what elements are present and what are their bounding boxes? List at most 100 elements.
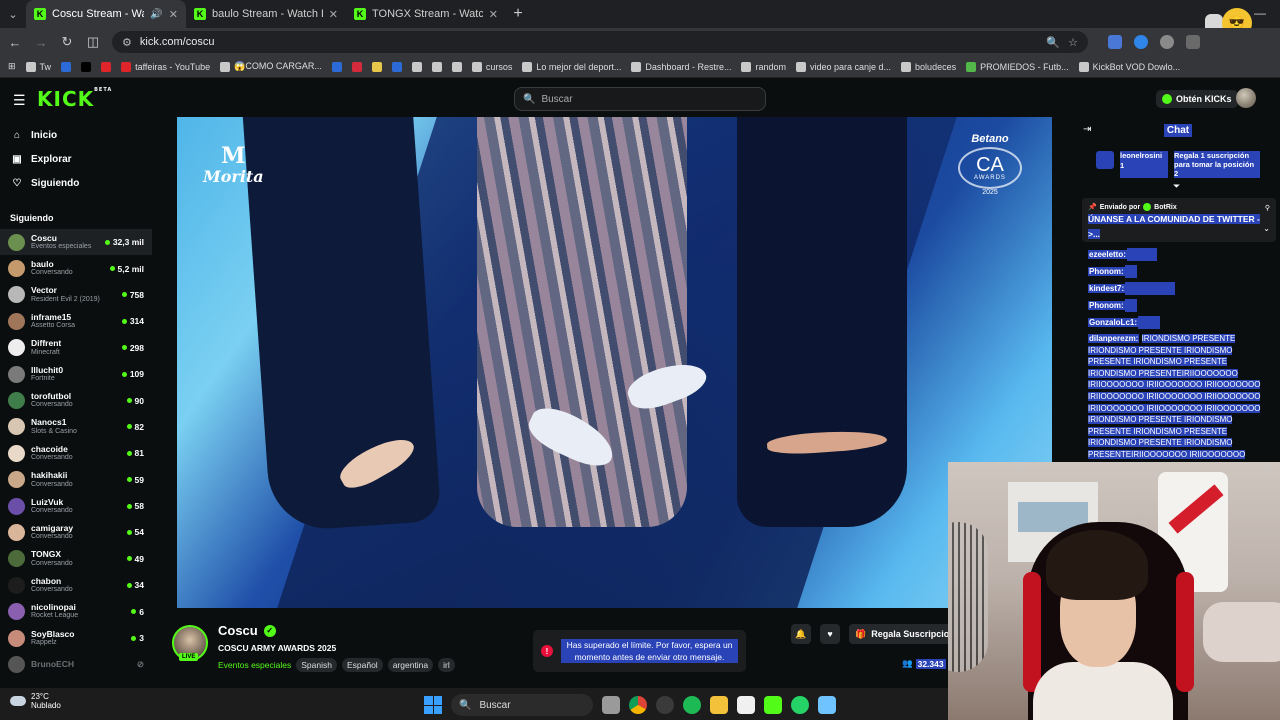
windows-start-icon[interactable] bbox=[424, 696, 442, 714]
following-channel-item[interactable]: Vector Resident Evil 2 (2019) 758 bbox=[0, 282, 152, 308]
forward-icon[interactable]: → bbox=[34, 35, 48, 50]
kick-app-icon[interactable] bbox=[764, 696, 782, 714]
following-channel-item[interactable]: chabon Conversando 34 bbox=[0, 572, 152, 598]
bookmark-item[interactable]: 😱COMO CARGAR... bbox=[220, 61, 322, 72]
unpin-icon[interactable]: ⚲ bbox=[1265, 204, 1270, 212]
following-channel-item[interactable]: Nanocs1 Slots & Casino 82 bbox=[0, 414, 152, 440]
sidebar-nav-explorar[interactable]: ▣ Explorar bbox=[0, 147, 152, 171]
close-tab-icon[interactable]: ✕ bbox=[329, 8, 338, 21]
stream-tag[interactable]: Español bbox=[341, 658, 383, 672]
user-avatar[interactable] bbox=[1236, 88, 1256, 108]
channel-name[interactable]: Coscu bbox=[218, 623, 258, 638]
extensions-puzzle-icon[interactable] bbox=[1186, 35, 1200, 49]
bookmark-item[interactable]: PROMIEDOS - Futb... bbox=[966, 61, 1069, 72]
extension-gray-icon[interactable] bbox=[1160, 35, 1174, 49]
sidepanel-icon[interactable]: ◫ bbox=[86, 34, 100, 50]
bookmark-item[interactable]: video para canje d... bbox=[795, 61, 891, 72]
following-channel-item[interactable]: chacoide Conversando 81 bbox=[0, 440, 152, 466]
stream-tag[interactable]: irl bbox=[438, 658, 455, 672]
zoom-icon[interactable]: 🔍 bbox=[1046, 36, 1060, 49]
close-tab-icon[interactable]: ✕ bbox=[489, 8, 498, 21]
minimize-icon[interactable]: — bbox=[1254, 6, 1266, 20]
follow-heart-button[interactable]: ♥ bbox=[820, 624, 840, 644]
extension-translate-icon[interactable] bbox=[1108, 35, 1122, 49]
kick-logo[interactable]: KICKBETA bbox=[37, 87, 112, 111]
following-channel-item[interactable]: BrunoECH ⊘ bbox=[0, 651, 152, 677]
collapse-chat-icon[interactable]: ⇥ bbox=[1083, 124, 1091, 135]
task-view-icon[interactable] bbox=[602, 696, 620, 714]
gift-sub-button[interactable]: 🎁 Regala Suscripcio bbox=[849, 624, 950, 644]
steam-icon[interactable] bbox=[656, 696, 674, 714]
browser-tab-baulo[interactable]: K baulo Stream - Watch Live on K ✕ bbox=[186, 0, 346, 28]
bookmark-item[interactable] bbox=[81, 61, 92, 72]
chrome-icon[interactable] bbox=[629, 696, 647, 714]
speaker-icon[interactable]: 🔊 bbox=[150, 9, 162, 20]
weather-widget[interactable]: 23°C Nublado bbox=[10, 692, 61, 710]
chat-message[interactable]: dilanperezm: IRIONDISMO PRESENTE IRIONDI… bbox=[1088, 333, 1268, 461]
chat-username[interactable]: Phonom: bbox=[1088, 300, 1125, 310]
bookmark-item[interactable] bbox=[451, 61, 462, 72]
tab-search-button[interactable]: ⌄ bbox=[0, 0, 26, 28]
apps-grid-icon[interactable]: ⊞ bbox=[8, 61, 16, 72]
chat-message[interactable]: Phonom: bbox=[1088, 265, 1268, 278]
back-icon[interactable]: ← bbox=[8, 35, 22, 50]
pinned-message[interactable]: 📌 Enviado por BotRix ÚNANSE A LA COMUNID… bbox=[1082, 198, 1276, 242]
filter-icon[interactable]: ⏷ bbox=[1173, 181, 1180, 192]
bookmark-item[interactable]: Dashboard - Restre... bbox=[631, 61, 731, 72]
notepad-icon[interactable] bbox=[818, 696, 836, 714]
sidebar-nav-siguiendo[interactable]: ♡ Siguiendo bbox=[0, 171, 152, 195]
bookmark-item[interactable]: boludeces bbox=[901, 61, 956, 72]
sidebar-nav-inicio[interactable]: ⌂ Inicio bbox=[0, 123, 152, 147]
new-tab-button[interactable]: + bbox=[506, 5, 530, 23]
bookmark-item[interactable]: Lo mejor del deport... bbox=[522, 61, 621, 72]
site-info-icon[interactable]: ⚙ bbox=[122, 36, 132, 49]
following-channel-item[interactable]: TONGX Conversando 49 bbox=[0, 546, 152, 572]
bookmark-item[interactable] bbox=[431, 61, 442, 72]
bookmark-item[interactable]: cursos bbox=[471, 61, 512, 72]
following-channel-item[interactable]: LuizVuk Conversando 58 bbox=[0, 493, 152, 519]
chat-message[interactable]: ezeeletto: bbox=[1088, 248, 1268, 261]
taskbar-search[interactable]: 🔍 Buscar bbox=[451, 694, 593, 716]
menu-icon[interactable]: ☰ bbox=[13, 92, 26, 109]
following-channel-item[interactable]: baulo Conversando 5,2 mil bbox=[0, 255, 152, 281]
following-channel-item[interactable]: camigaray Conversando 54 bbox=[0, 519, 152, 545]
video-player[interactable]: M Morita Betano CA AWARDS 2025 bbox=[177, 117, 1052, 608]
following-channel-item[interactable]: inframe15 Assetto Corsa 314 bbox=[0, 308, 152, 334]
notifications-button[interactable]: 🔔 bbox=[791, 624, 811, 644]
following-channel-item[interactable]: SoyBlasco Rappelz 3 bbox=[0, 625, 152, 651]
following-channel-item[interactable]: Illuchit0 Fortnite 109 bbox=[0, 361, 152, 387]
bookmark-item[interactable]: Tw bbox=[25, 61, 51, 72]
bookmark-item[interactable] bbox=[101, 61, 112, 72]
bookmark-item[interactable] bbox=[351, 61, 362, 72]
following-channel-item[interactable]: torofutbol Conversando 90 bbox=[0, 387, 152, 413]
chat-username[interactable]: Phonom: bbox=[1088, 266, 1125, 276]
chat-message[interactable]: GonzaloLc1: bbox=[1088, 316, 1268, 329]
stream-tag[interactable]: Spanish bbox=[296, 658, 337, 672]
category-link[interactable]: Eventos especiales bbox=[218, 660, 291, 670]
bookmark-item[interactable] bbox=[371, 61, 382, 72]
chat-username[interactable]: ezeeletto: bbox=[1088, 249, 1127, 259]
bookmark-item[interactable] bbox=[391, 61, 402, 72]
gifter-name[interactable]: leonelrosini 1 bbox=[1120, 151, 1168, 178]
bookmark-item[interactable]: taffeiras - YouTube bbox=[121, 61, 210, 72]
close-tab-icon[interactable]: ✕ bbox=[169, 8, 178, 21]
following-channel-item[interactable]: Coscu Eventos especiales 32,3 mil bbox=[0, 229, 152, 256]
bookmark-star-icon[interactable]: ☆ bbox=[1068, 36, 1078, 49]
browser-tab-coscu[interactable]: K Coscu Stream - Watch Live 🔊 ✕ bbox=[26, 0, 186, 28]
extension-blue-icon[interactable] bbox=[1134, 35, 1148, 49]
chat-username[interactable]: dilanperezm: bbox=[1088, 334, 1140, 343]
chat-username[interactable]: GonzaloLc1: bbox=[1088, 317, 1139, 327]
store-icon[interactable] bbox=[737, 696, 755, 714]
reload-icon[interactable]: ↻ bbox=[60, 34, 74, 50]
browser-tab-tongx[interactable]: K TONGX Stream - Watch Live on ✕ bbox=[346, 0, 506, 28]
bookmark-item[interactable] bbox=[331, 61, 342, 72]
whatsapp-icon[interactable] bbox=[791, 696, 809, 714]
spotify-icon[interactable] bbox=[683, 696, 701, 714]
following-channel-item[interactable]: Diffrent Minecraft 298 bbox=[0, 335, 152, 361]
search-input[interactable]: 🔍 Buscar bbox=[514, 87, 766, 111]
stream-tag[interactable]: argentina bbox=[387, 658, 434, 672]
get-kicks-button[interactable]: Obtén KICKs bbox=[1156, 90, 1238, 108]
following-channel-item[interactable]: nicolinopai Rocket League 6 bbox=[0, 598, 152, 624]
bookmark-item[interactable] bbox=[61, 61, 72, 72]
chat-username[interactable]: kindest7: bbox=[1088, 283, 1126, 293]
